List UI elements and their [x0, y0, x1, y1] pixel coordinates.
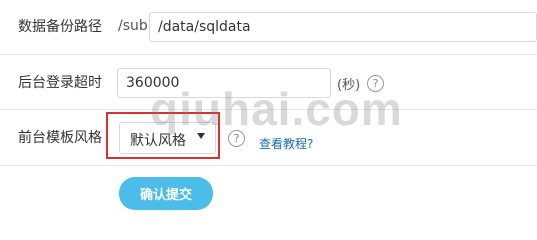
- backup-path-row: 数据备份路径 /sub /data/sqldata: [0, 0, 537, 55]
- template-style-select[interactable]: 默认风格: [119, 122, 216, 154]
- chevron-down-icon: [197, 133, 205, 139]
- backup-path-prefix: /sub: [118, 18, 148, 34]
- login-timeout-input[interactable]: 360000: [117, 68, 331, 98]
- timeout-unit-label: (秒): [337, 78, 361, 93]
- template-style-label: 前台模板风格: [18, 130, 102, 146]
- backup-path-input[interactable]: /data/sqldata: [149, 12, 537, 42]
- template-style-selected: 默认风格: [130, 133, 186, 149]
- settings-form: 数据备份路径 /sub /data/sqldata 后台登录超时 360000 …: [0, 0, 537, 223]
- login-timeout-row: 后台登录超时 360000 (秒) ?: [0, 55, 537, 110]
- template-help-icon[interactable]: ?: [228, 130, 245, 147]
- timeout-help-icon[interactable]: ?: [367, 75, 384, 92]
- login-timeout-label: 后台登录超时: [18, 75, 102, 91]
- tutorial-link[interactable]: 查看教程?: [259, 135, 313, 152]
- submit-button[interactable]: 确认提交: [119, 177, 213, 210]
- backup-path-label: 数据备份路径: [18, 19, 102, 35]
- template-style-row: 前台模板风格 默认风格 ? 查看教程?: [0, 110, 537, 166]
